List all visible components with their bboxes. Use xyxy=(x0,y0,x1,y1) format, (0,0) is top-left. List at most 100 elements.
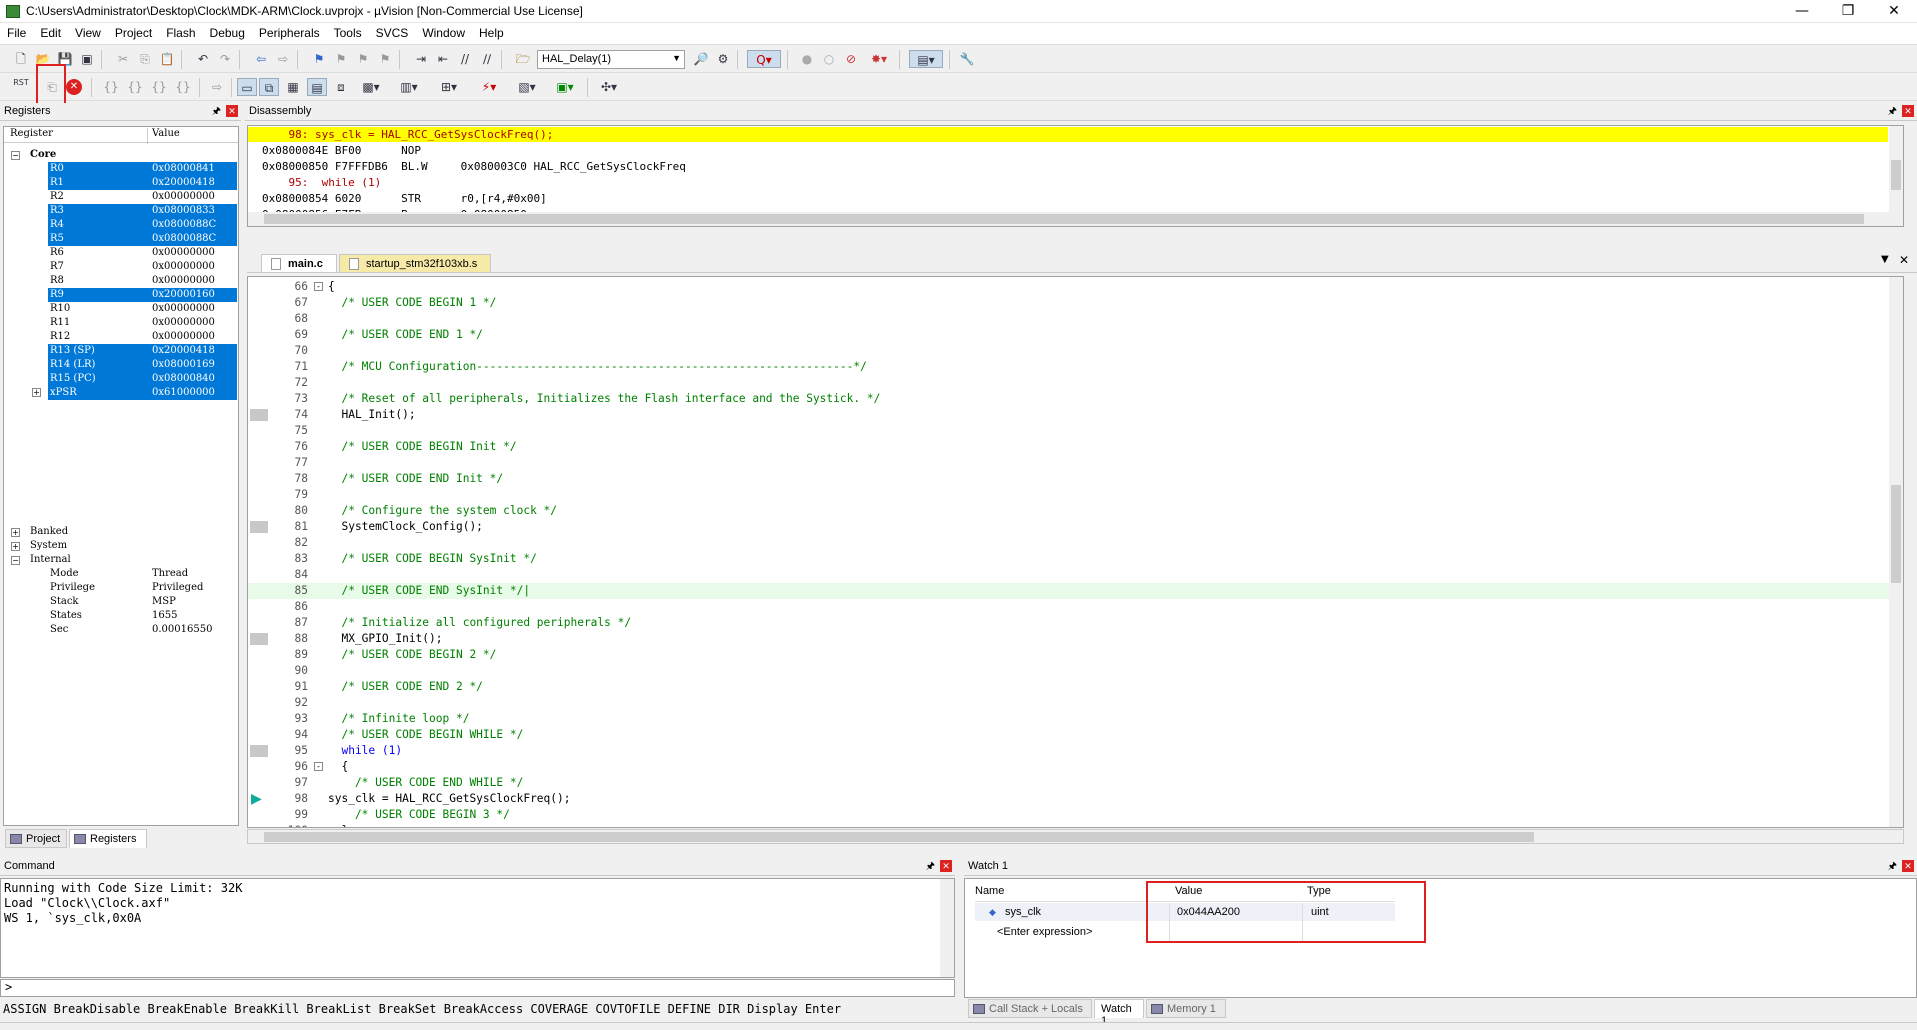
editor-horizontal-scrollbar[interactable] xyxy=(247,829,1904,844)
code-line[interactable]: 74 HAL_Init(); xyxy=(248,407,1903,423)
navigate-forward-icon[interactable]: ⇨ xyxy=(273,50,293,68)
disassembly-line[interactable]: 0x0800084E BF00 NOP xyxy=(262,143,421,158)
register-value[interactable]: 0x00000000 xyxy=(152,316,215,330)
serial-windows-icon[interactable]: ⊞▾ xyxy=(433,78,465,96)
register-row[interactable]: R2 0x00000000 xyxy=(4,190,238,204)
executable-line-marker[interactable] xyxy=(250,409,268,421)
cut-icon[interactable]: ✂ xyxy=(113,50,133,68)
close-disassembly-icon[interactable]: ✕ xyxy=(1902,105,1914,117)
code-line[interactable]: 87 /* Initialize all configured peripher… xyxy=(248,615,1903,631)
close-watch-icon[interactable]: ✕ xyxy=(1902,860,1914,872)
save-all-icon[interactable]: ▣ xyxy=(77,50,97,68)
register-value[interactable]: 0x00000000 xyxy=(152,190,215,204)
debug-session-icon[interactable]: Q▾ xyxy=(747,50,781,68)
code-line[interactable]: 100 } xyxy=(248,823,1903,827)
register-value[interactable]: 0x20000418 xyxy=(152,176,215,190)
scroll-thumb[interactable] xyxy=(264,832,1534,842)
command-scrollbar[interactable] xyxy=(940,879,954,977)
scroll-thumb[interactable] xyxy=(1891,160,1901,190)
menu-flash[interactable]: Flash xyxy=(159,23,202,45)
register-row[interactable]: R1 0x20000418 xyxy=(4,176,238,190)
code-line[interactable]: 75 xyxy=(248,423,1903,439)
registers-window-icon[interactable]: ▤ xyxy=(307,78,327,96)
fold-toggle-icon[interactable]: - xyxy=(314,282,323,291)
trace-windows-icon[interactable]: ▧▾ xyxy=(511,78,543,96)
code-line[interactable]: 69 /* USER CODE END 1 */ xyxy=(248,327,1903,343)
code-line[interactable]: 96 { xyxy=(248,759,1903,775)
code-line[interactable]: 91 /* USER CODE END 2 */ xyxy=(248,679,1903,695)
tab-main-c[interactable]: main.c xyxy=(261,254,337,273)
disassembly-line[interactable]: 98: sys_clk = HAL_RCC_GetSysClockFreq(); xyxy=(248,127,1888,142)
register-value[interactable]: 0x08000169 xyxy=(152,358,215,372)
disassembly-horizontal-scrollbar[interactable] xyxy=(248,212,1889,226)
register-row[interactable]: R11 0x00000000 xyxy=(4,316,238,330)
expand-banked-icon[interactable]: + xyxy=(11,528,20,537)
code-line[interactable]: 79 xyxy=(248,487,1903,503)
code-line[interactable]: 97 /* USER CODE END WHILE */ xyxy=(248,775,1903,791)
banked-group-label[interactable]: Banked xyxy=(30,525,68,539)
run-icon[interactable]: ⎗ xyxy=(42,78,62,96)
register-value[interactable]: 0x00000000 xyxy=(152,330,215,344)
tab-project[interactable]: Project xyxy=(5,829,67,848)
code-editor[interactable]: 66{-67 /* USER CODE BEGIN 1 */68 69 /* US… xyxy=(247,276,1904,828)
toolbox-icon[interactable]: ✣▾ xyxy=(593,78,625,96)
editor-vertical-scrollbar[interactable] xyxy=(1889,277,1903,827)
disassembly-line[interactable]: 95: while (1) xyxy=(262,175,381,190)
command-window-icon[interactable]: ▭ xyxy=(237,78,257,96)
incremental-find-icon[interactable]: ⚙ xyxy=(713,50,733,68)
command-output[interactable]: Running with Code Size Limit: 32K Load "… xyxy=(0,878,955,978)
code-line[interactable]: 94 /* USER CODE BEGIN WHILE */ xyxy=(248,727,1903,743)
expand-system-icon[interactable]: + xyxy=(11,542,20,551)
memory-windows-icon[interactable]: ▥▾ xyxy=(393,78,425,96)
next-bookmark-icon[interactable]: ⚑ xyxy=(353,50,373,68)
code-line[interactable]: 78 /* USER CODE END Init */ xyxy=(248,471,1903,487)
watch-windows-icon[interactable]: ▩▾ xyxy=(355,78,387,96)
menu-help[interactable]: Help xyxy=(472,23,511,45)
register-value[interactable]: 0x20000160 xyxy=(152,288,215,302)
code-line[interactable]: 67 /* USER CODE BEGIN 1 */ xyxy=(248,295,1903,311)
pin-icon[interactable]: 🖈 xyxy=(1888,104,1897,121)
indent-icon[interactable]: ⇥ xyxy=(411,50,431,68)
expand-xpsr-icon[interactable]: + xyxy=(32,388,41,397)
pin-icon[interactable]: 🖈 xyxy=(926,859,935,876)
code-line[interactable]: 99 /* USER CODE BEGIN 3 */ xyxy=(248,807,1903,823)
register-row[interactable]: R3 0x08000833 xyxy=(4,204,238,218)
maximize-button[interactable]: ❐ xyxy=(1825,0,1871,23)
uncomment-icon[interactable]: ∕∕ xyxy=(477,50,497,68)
register-value[interactable]: 0x00000000 xyxy=(152,246,215,260)
call-stack-icon[interactable]: ⧈ xyxy=(331,78,351,96)
internal-row[interactable]: Privilege Privileged xyxy=(4,581,238,595)
code-line[interactable]: 81 SystemClock_Config(); xyxy=(248,519,1903,535)
register-row[interactable]: R14 (LR) 0x08000169 xyxy=(4,358,238,372)
analysis-windows-icon[interactable]: ⚡▾ xyxy=(473,78,505,96)
tab-call-stack[interactable]: Call Stack + Locals xyxy=(968,999,1092,1018)
close-editor-icon[interactable]: ✕ xyxy=(1899,253,1909,267)
menu-project[interactable]: Project xyxy=(108,23,159,45)
symbols-window-icon[interactable]: ▦ xyxy=(283,78,303,96)
clear-bookmarks-icon[interactable]: ⚑ xyxy=(375,50,395,68)
scroll-thumb[interactable] xyxy=(264,214,1864,224)
core-group-label[interactable]: Core xyxy=(30,148,56,162)
menu-peripherals[interactable]: Peripherals xyxy=(252,23,327,45)
scroll-thumb[interactable] xyxy=(1891,485,1901,583)
code-line[interactable]: 68 xyxy=(248,311,1903,327)
close-command-icon[interactable]: ✕ xyxy=(940,860,952,872)
system-viewer-icon[interactable]: ▣▾ xyxy=(549,78,581,96)
code-line[interactable]: 73 /* Reset of all peripherals, Initiali… xyxy=(248,391,1903,407)
tab-startup-file[interactable]: startup_stm32f103xb.s xyxy=(339,254,491,273)
code-line[interactable]: 95 while (1) xyxy=(248,743,1903,759)
watch-row-sys-clk[interactable]: ◆ sys_clk 0x044AA200 uint xyxy=(975,903,1395,921)
code-line[interactable]: 71 /* MCU Configuration-----------------… xyxy=(248,359,1903,375)
new-file-icon[interactable]: 🗋 xyxy=(11,50,31,68)
code-line[interactable]: 84 xyxy=(248,567,1903,583)
register-value[interactable]: 0x00000000 xyxy=(152,260,215,274)
pin-icon[interactable]: 🖈 xyxy=(1888,859,1897,876)
prev-bookmark-icon[interactable]: ⚑ xyxy=(331,50,351,68)
tab-registers[interactable]: Registers xyxy=(69,829,147,848)
executable-line-marker[interactable] xyxy=(250,633,268,645)
find-icon[interactable]: 🔎 xyxy=(691,50,711,68)
internal-row[interactable]: States 1655 xyxy=(4,609,238,623)
window-layout-icon[interactable]: ▤▾ xyxy=(909,50,943,68)
menu-edit[interactable]: Edit xyxy=(33,23,68,45)
menu-file[interactable]: File xyxy=(0,23,33,45)
